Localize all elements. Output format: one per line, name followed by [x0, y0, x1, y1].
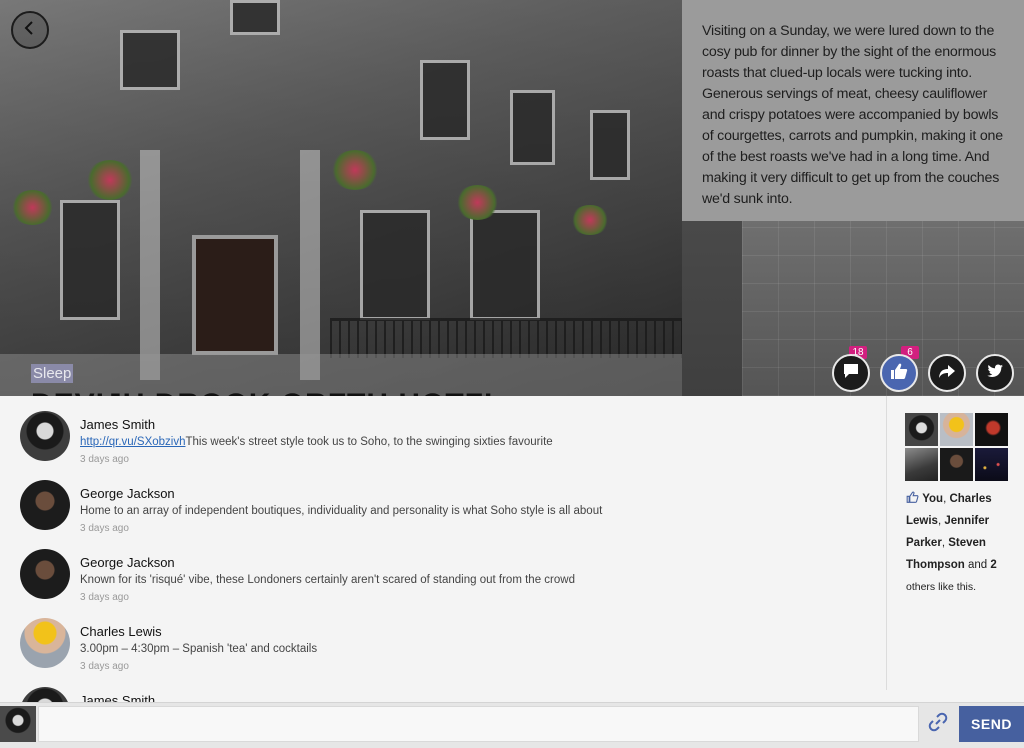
photo-column: [140, 150, 160, 380]
comment-text: This week's street style took us to Soho…: [185, 436, 553, 448]
comment-item: James Smith http://qr.vu/SXobzivhThis we…: [20, 411, 870, 480]
liker-avatar[interactable]: [975, 448, 1008, 481]
review-text: Visiting on a Sunday, we were lured down…: [702, 23, 1003, 207]
flower-basket: [330, 150, 380, 190]
comment-author[interactable]: Charles Lewis: [80, 624, 162, 639]
liker-avatar-grid: [905, 413, 1009, 481]
comment-item: George Jackson Home to an array of indep…: [20, 480, 870, 549]
comment-button[interactable]: [832, 354, 870, 392]
comment-input[interactable]: [38, 706, 919, 742]
liker-avatar[interactable]: [940, 413, 973, 446]
flower-basket: [570, 205, 610, 235]
comment-item: Charles Lewis 3.00pm – 4:30pm – Spanish …: [20, 618, 870, 687]
like-button[interactable]: [880, 354, 918, 392]
comment-author[interactable]: George Jackson: [80, 486, 175, 501]
avatar[interactable]: [20, 618, 70, 668]
liker-avatar[interactable]: [975, 413, 1008, 446]
photo-window: [470, 210, 540, 320]
comment-author[interactable]: James Smith: [80, 693, 155, 702]
comment-author[interactable]: George Jackson: [80, 555, 175, 570]
comment-text: 3.00pm – 4:30pm – Spanish 'tea' and cock…: [80, 643, 318, 655]
likes-panel: You, Charles Lewis, Jennifer Parker, Ste…: [886, 396, 1024, 690]
photo-door: [192, 235, 278, 355]
likes-summary: You, Charles Lewis, Jennifer Parker, Ste…: [906, 491, 997, 593]
attach-link-button[interactable]: [924, 709, 952, 739]
photo-window: [60, 200, 120, 320]
likes-and: and: [967, 559, 988, 571]
twitter-icon: [986, 362, 1004, 385]
liker-avatar[interactable]: [905, 448, 938, 481]
comment-author[interactable]: James Smith: [80, 417, 155, 432]
share-icon: [938, 362, 956, 385]
photo-window: [360, 210, 430, 320]
comment-text: Home to an array of independent boutique…: [80, 505, 603, 517]
avatar[interactable]: [20, 549, 70, 599]
pub-exterior-photo: [0, 0, 682, 396]
caption-band: Sleep DEVIJU DROOK ORFTH HOTFI: [0, 354, 682, 396]
chevron-left-icon: [21, 19, 39, 42]
hotel-interior-photo: Visiting on a Sunday, we were lured down…: [682, 0, 1024, 396]
comment-timestamp: 3 days ago: [80, 454, 129, 465]
link-icon: [927, 711, 949, 738]
comment-item: James Smith: [20, 687, 870, 702]
liker-you[interactable]: You: [922, 493, 943, 505]
send-button[interactable]: SEND: [959, 706, 1024, 742]
others-suffix: others like this.: [906, 581, 977, 593]
comment-link[interactable]: http://qr.vu/SXobzivh: [80, 436, 185, 448]
comment-timestamp: 3 days ago: [80, 592, 129, 603]
thumbs-up-icon: [890, 362, 908, 385]
comment-text: Known for its 'risqué' vibe, these Londo…: [80, 574, 575, 586]
comment-list: James Smith http://qr.vu/SXobzivhThis we…: [0, 396, 886, 702]
avatar[interactable]: [20, 687, 70, 702]
twitter-button[interactable]: [976, 354, 1014, 392]
back-button[interactable]: [11, 11, 49, 49]
thumbs-up-icon: [906, 491, 922, 505]
photo-window: [510, 90, 555, 165]
hero-section: Visiting on a Sunday, we were lured down…: [0, 0, 1024, 396]
photo-window: [420, 60, 470, 140]
flower-basket: [85, 160, 135, 200]
liker-avatar[interactable]: [940, 448, 973, 481]
comment-icon: [842, 362, 860, 385]
photo-window: [230, 0, 280, 35]
flower-basket: [455, 185, 500, 220]
comment-timestamp: 3 days ago: [80, 661, 129, 672]
page-title: DEVIJU DROOK ORFTH HOTFI: [31, 388, 493, 396]
comment-item: George Jackson Known for its 'risqué' vi…: [20, 549, 870, 618]
compose-bar: SEND: [0, 702, 1024, 748]
review-panel: Visiting on a Sunday, we were lured down…: [682, 0, 1024, 221]
flower-basket: [10, 190, 55, 225]
photo-railing: [330, 318, 682, 358]
share-button[interactable]: [928, 354, 966, 392]
avatar[interactable]: [20, 411, 70, 461]
photo-column: [300, 150, 320, 380]
liker-avatar[interactable]: [905, 413, 938, 446]
avatar[interactable]: [20, 480, 70, 530]
photo-window: [590, 110, 630, 180]
photo-window: [120, 30, 180, 90]
comment-body: http://qr.vu/SXobzivhThis week's street …: [80, 436, 553, 448]
category-tag[interactable]: Sleep: [31, 364, 74, 383]
photo-facade-detail: [0, 0, 682, 396]
others-count[interactable]: 2: [990, 559, 996, 571]
avatar: [0, 706, 36, 742]
comment-timestamp: 3 days ago: [80, 523, 129, 534]
